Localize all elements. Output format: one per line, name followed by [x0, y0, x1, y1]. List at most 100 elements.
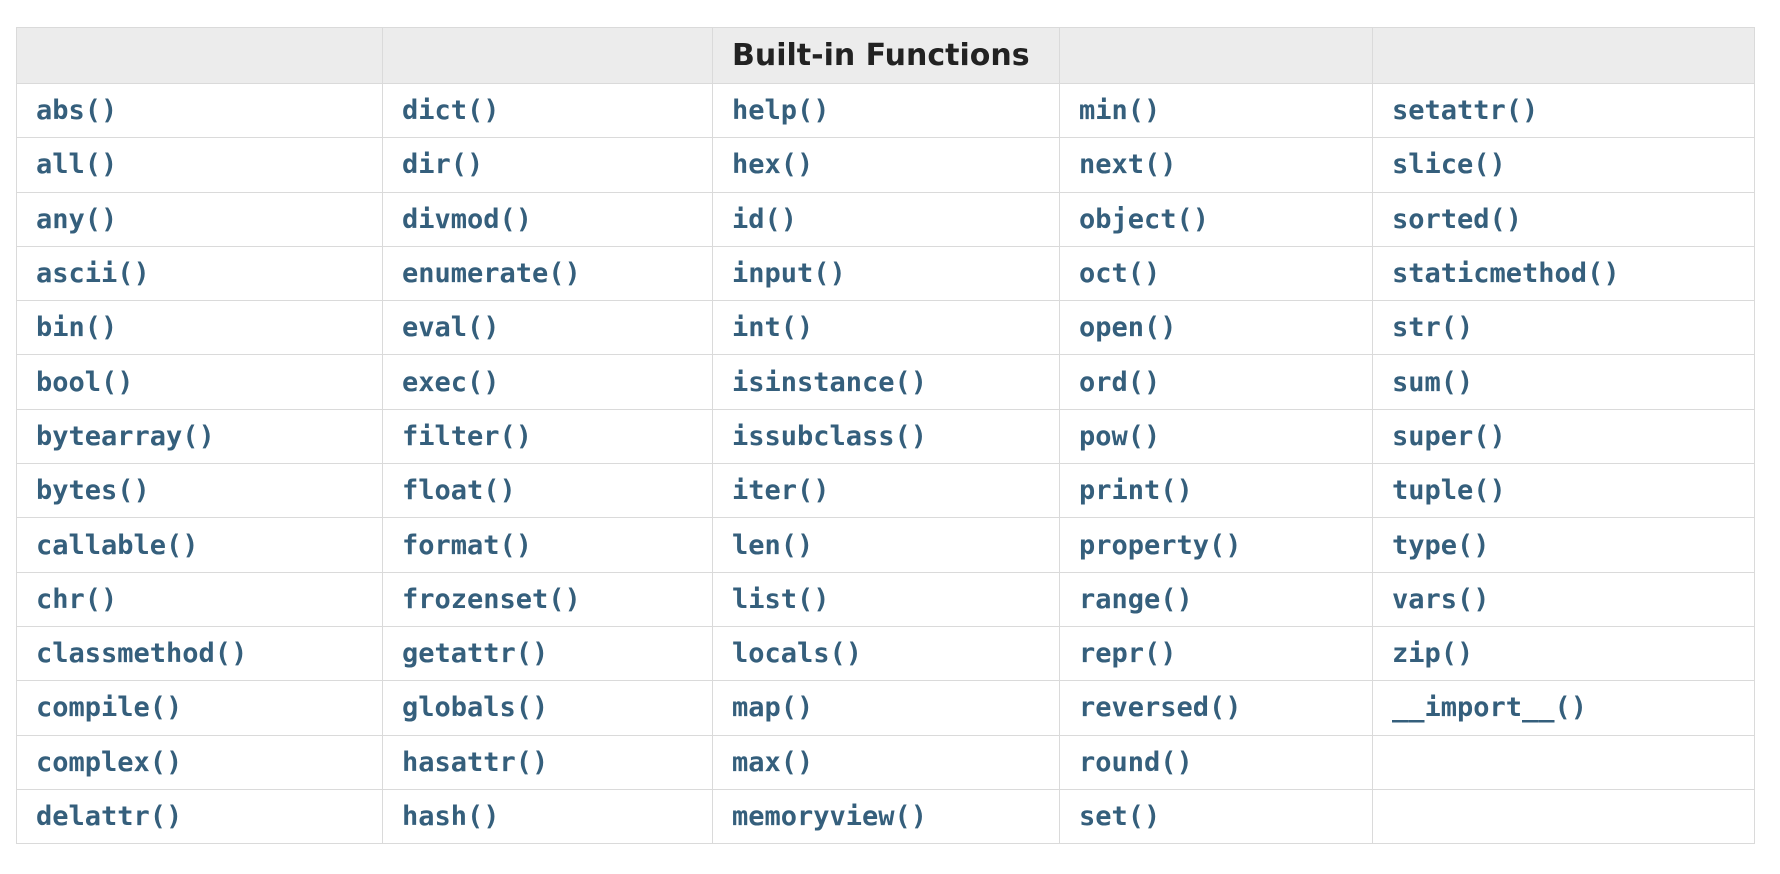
function-link[interactable]: str() — [1392, 312, 1473, 343]
function-link[interactable]: staticmethod() — [1392, 258, 1620, 289]
function-link[interactable]: globals() — [402, 692, 548, 723]
function-link[interactable]: max() — [732, 747, 813, 778]
table-row: bytearray() filter() issubclass() pow() supe… — [16, 408, 1755, 465]
function-link[interactable]: enumerate() — [402, 258, 581, 289]
table-row: callable() format() len() property() type() — [16, 517, 1755, 573]
function-link[interactable]: sorted() — [1392, 204, 1522, 235]
function-link[interactable]: open() — [1079, 312, 1177, 343]
function-link[interactable]: hex() — [732, 149, 813, 180]
function-link[interactable]: locals() — [732, 638, 862, 669]
function-link[interactable]: round() — [1079, 747, 1193, 778]
table-cell: ascii() — [16, 245, 383, 302]
function-link[interactable]: next() — [1079, 149, 1177, 180]
function-link[interactable]: hasattr() — [402, 747, 548, 778]
function-link[interactable]: __import__() — [1392, 692, 1587, 723]
table-cell: all() — [16, 137, 383, 193]
function-link[interactable]: classmethod() — [36, 638, 247, 669]
function-link[interactable]: compile() — [36, 692, 182, 723]
function-link[interactable]: ascii() — [36, 258, 150, 289]
function-link[interactable]: slice() — [1392, 149, 1506, 180]
table-cell: bool() — [16, 354, 383, 410]
table-cell: getattr() — [382, 625, 713, 682]
function-link[interactable]: tuple() — [1392, 475, 1506, 506]
table-cell: __import__() — [1372, 680, 1755, 736]
header-cell — [16, 27, 383, 84]
function-link[interactable]: super() — [1392, 421, 1506, 452]
table-row: complex() hasattr() max() round() — [16, 734, 1755, 790]
function-link[interactable]: frozenset() — [402, 584, 581, 615]
function-link[interactable]: exec() — [402, 367, 500, 398]
function-link[interactable]: len() — [732, 530, 813, 561]
table-cell: repr() — [1059, 625, 1373, 682]
table-cell: tuple() — [1372, 463, 1755, 519]
table-row: bytes() float() iter() print() tuple() — [16, 463, 1755, 519]
function-link[interactable]: filter() — [402, 421, 532, 452]
function-link[interactable]: callable() — [36, 530, 199, 561]
function-link[interactable]: type() — [1392, 530, 1490, 561]
table-cell: divmod() — [382, 191, 713, 247]
function-link[interactable]: print() — [1079, 475, 1193, 506]
function-link[interactable]: oct() — [1079, 258, 1160, 289]
function-link[interactable]: help() — [732, 95, 830, 126]
function-link[interactable]: bytearray() — [36, 421, 215, 452]
function-link[interactable]: iter() — [732, 475, 830, 506]
function-link[interactable]: map() — [732, 692, 813, 723]
function-link[interactable]: repr() — [1079, 638, 1177, 669]
table-cell: any() — [16, 191, 383, 247]
table-row: bool() exec() isinstance() ord() sum() — [16, 354, 1755, 410]
function-link[interactable]: ord() — [1079, 367, 1160, 398]
table-cell: next() — [1059, 137, 1373, 193]
function-link[interactable]: format() — [402, 530, 532, 561]
table-cell: frozenset() — [382, 571, 713, 627]
function-link[interactable]: setattr() — [1392, 95, 1538, 126]
function-link[interactable]: reversed() — [1079, 692, 1242, 723]
table-cell: delattr() — [16, 788, 383, 845]
table-cell: issubclass() — [712, 408, 1060, 465]
table-cell: iter() — [712, 463, 1060, 519]
table-cell: dir() — [382, 137, 713, 193]
function-link[interactable]: getattr() — [402, 638, 548, 669]
table-cell: hasattr() — [382, 734, 713, 790]
table-cell: bytearray() — [16, 408, 383, 465]
function-link[interactable]: id() — [732, 204, 797, 235]
function-link[interactable]: vars() — [1392, 584, 1490, 615]
table-header-row: Built-in Functions — [16, 27, 1755, 84]
function-link[interactable]: bool() — [36, 367, 134, 398]
function-link[interactable]: list() — [732, 584, 830, 615]
function-link[interactable]: delattr() — [36, 801, 182, 832]
function-link[interactable]: zip() — [1392, 638, 1473, 669]
function-link[interactable]: bytes() — [36, 475, 150, 506]
function-link[interactable]: eval() — [402, 312, 500, 343]
function-link[interactable]: memoryview() — [732, 801, 927, 832]
function-link[interactable]: divmod() — [402, 204, 532, 235]
function-link[interactable]: complex() — [36, 747, 182, 778]
function-link[interactable]: min() — [1079, 95, 1160, 126]
function-link[interactable]: bin() — [36, 312, 117, 343]
function-link[interactable]: dict() — [402, 95, 500, 126]
table-cell: object() — [1059, 191, 1373, 247]
table-cell: round() — [1059, 734, 1373, 790]
function-link[interactable]: int() — [732, 312, 813, 343]
table-cell: float() — [382, 463, 713, 519]
function-link[interactable]: sum() — [1392, 367, 1473, 398]
table-cell: range() — [1059, 571, 1373, 627]
function-link[interactable]: set() — [1079, 801, 1160, 832]
function-link[interactable]: pow() — [1079, 421, 1160, 452]
table-row: ascii() enumerate() input() oct() staticmeth… — [16, 245, 1755, 302]
function-link[interactable]: property() — [1079, 530, 1242, 561]
function-link[interactable]: all() — [36, 149, 117, 180]
function-link[interactable]: any() — [36, 204, 117, 235]
function-link[interactable]: input() — [732, 258, 846, 289]
function-link[interactable]: float() — [402, 475, 516, 506]
function-link[interactable]: range() — [1079, 584, 1193, 615]
function-link[interactable]: chr() — [36, 584, 117, 615]
function-link[interactable]: dir() — [402, 149, 483, 180]
table-cell: compile() — [16, 680, 383, 736]
builtin-functions-table-container: Built-in Functions abs() dict() help() min(… — [16, 27, 1755, 845]
function-link[interactable]: abs() — [36, 95, 117, 126]
function-link[interactable]: hash() — [402, 801, 500, 832]
function-link[interactable]: isinstance() — [732, 367, 927, 398]
function-link[interactable]: issubclass() — [732, 421, 927, 452]
table-cell: dict() — [382, 82, 713, 139]
function-link[interactable]: object() — [1079, 204, 1209, 235]
